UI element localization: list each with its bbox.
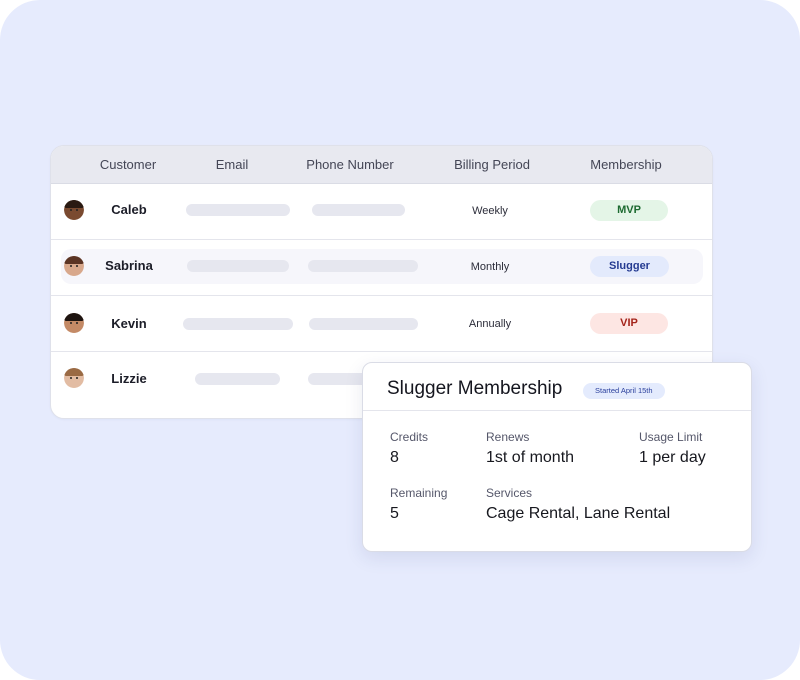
column-header-phone[interactable]: Phone Number	[306, 146, 393, 183]
customer-name: Caleb	[111, 202, 147, 217]
remaining-value: 5	[390, 505, 399, 522]
email-placeholder	[187, 260, 289, 272]
table-row[interactable]: Sabrina Monthly Slugger	[51, 240, 712, 296]
table-row[interactable]: Caleb Weekly MVP	[51, 184, 712, 240]
credits-label: Credits	[390, 430, 429, 444]
billing-period: Weekly	[472, 205, 508, 217]
membership-title: Slugger Membership	[387, 378, 563, 399]
usage-limit-value: 1 per day	[639, 449, 706, 466]
customer-avatar-icon	[64, 200, 84, 220]
services-value: Cage Rental, Lane Rental	[486, 505, 671, 522]
membership-badge-slugger[interactable]: Slugger	[590, 256, 669, 277]
column-header-customer[interactable]: Customer	[100, 146, 156, 183]
detail-card-header: Slugger Membership Started April 15th	[363, 363, 751, 411]
phone-placeholder	[312, 204, 405, 216]
credits-value: 8	[390, 449, 399, 466]
renews-label: Renews	[486, 430, 530, 444]
billing-period: Monthly	[470, 261, 510, 273]
column-header-email[interactable]: Email	[216, 146, 249, 183]
table-row[interactable]: Kevin Annually VIP	[51, 296, 712, 352]
email-placeholder	[183, 318, 293, 330]
customer-avatar-icon	[64, 256, 84, 276]
email-placeholder	[195, 373, 280, 385]
billing-period: Annually	[468, 318, 512, 330]
customer-name: Sabrina	[105, 258, 153, 273]
membership-badge-mvp[interactable]: MVP	[590, 200, 668, 221]
remaining-label: Remaining	[390, 486, 448, 500]
customer-name: Kevin	[111, 316, 147, 331]
membership-badge-vip[interactable]: VIP	[590, 313, 668, 334]
email-placeholder	[186, 204, 290, 216]
renews-value: 1st of month	[486, 449, 575, 466]
phone-placeholder	[309, 318, 418, 330]
customer-avatar-icon	[64, 368, 84, 388]
column-header-membership[interactable]: Membership	[590, 146, 662, 183]
column-header-billing[interactable]: Billing Period	[454, 146, 530, 183]
usage-limit-label: Usage Limit	[639, 430, 703, 444]
customer-avatar-icon	[64, 313, 84, 333]
membership-detail-card: Slugger Membership Started April 15th Cr…	[362, 362, 752, 552]
customer-name: Lizzie	[111, 371, 147, 386]
phone-placeholder	[308, 260, 418, 272]
services-label: Services	[486, 486, 533, 500]
started-date-badge: Started April 15th	[583, 383, 665, 399]
table-header: Customer Email Phone Number Billing Peri…	[51, 146, 712, 184]
